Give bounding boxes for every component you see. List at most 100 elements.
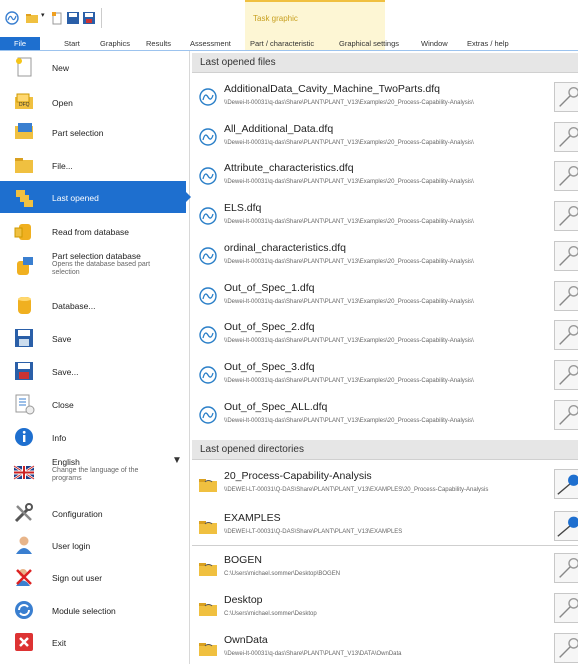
- recent-file-item[interactable]: Out_of_Spec_2.dfq \\Dewei-lt-00031\q-das\…: [192, 316, 578, 355]
- item-name: Attribute_characteristics.dfq: [224, 162, 354, 175]
- item-name: Desktop: [224, 594, 263, 606]
- pin-icon[interactable]: [554, 359, 578, 390]
- recent-file-item[interactable]: All_Additional_Data.dfq \\Dewei-lt-00031\…: [192, 118, 578, 157]
- pin-icon[interactable]: [554, 593, 578, 623]
- menu-item-file[interactable]: File...: [0, 149, 186, 181]
- pin-icon[interactable]: [554, 320, 578, 351]
- tab-file[interactable]: File: [0, 37, 40, 50]
- item-path: \\DEWEI-LT-00031\Q-DAS\Share\PLANT\PLANT…: [224, 529, 403, 535]
- pin-icon[interactable]: [554, 280, 578, 311]
- folder-icon: [199, 479, 217, 492]
- menu-item-new[interactable]: New: [0, 51, 186, 83]
- menu-item-open[interactable]: DFQ Open: [0, 86, 186, 118]
- database-icon: [18, 297, 31, 314]
- menu-item-read-from-database[interactable]: Read from database: [0, 215, 186, 247]
- menu-item-module-selection[interactable]: Module selection: [0, 594, 186, 626]
- tab-assessment[interactable]: Assessment: [190, 39, 231, 48]
- language-dropdown-icon[interactable]: ▼: [172, 455, 182, 466]
- toolbar-separator: [101, 8, 102, 28]
- recent-file-item[interactable]: AdditionalData_Cavity_Machine_TwoParts.d…: [192, 78, 578, 117]
- pin-icon[interactable]: [554, 553, 578, 583]
- tab-graphical-settings[interactable]: Graphical settings: [339, 39, 399, 48]
- menu-item-label: Part selection database: [52, 251, 141, 261]
- pin-icon[interactable]: [554, 82, 578, 112]
- menu-item-user-login[interactable]: User login: [0, 529, 186, 561]
- menu-item-english[interactable]: English Change the language of the progra…: [0, 453, 186, 491]
- menu-item-label: Module selection: [52, 606, 116, 616]
- folder-icon: [15, 158, 33, 173]
- tab-start[interactable]: Start: [64, 39, 80, 48]
- recent-file-item[interactable]: Attribute_characteristics.dfq \\Dewei-lt-…: [192, 157, 578, 196]
- pin-icon[interactable]: [554, 201, 578, 232]
- menu-item-sign-out-user[interactable]: Sign out user: [0, 561, 186, 593]
- recent-file-item[interactable]: Out_of_Spec_ALL.dfq \\Dewei-lt-00031\q-da…: [192, 396, 578, 435]
- save-all-icon[interactable]: [82, 11, 96, 25]
- last-opened-icon: [16, 190, 33, 207]
- app-window: ▾ Task graphic File Start Graphics Resul…: [0, 0, 578, 664]
- pinned-icon[interactable]: [554, 469, 578, 499]
- menu-item-exit[interactable]: Exit: [0, 626, 186, 658]
- item-path: C:\Users\michael.sommer\Desktop: [224, 611, 317, 617]
- item-name: 20_Process-Capability-Analysis: [224, 470, 372, 482]
- new-file-icon[interactable]: [50, 11, 64, 25]
- tab-graphics[interactable]: Graphics: [100, 39, 130, 48]
- menu-item-save[interactable]: Save: [0, 322, 186, 354]
- pin-icon[interactable]: [554, 240, 578, 271]
- item-name: OwnData: [224, 634, 268, 646]
- tab-results[interactable]: Results: [146, 39, 171, 48]
- qs-stat-file-icon: [199, 167, 217, 186]
- qs-stat-file-icon: [199, 405, 217, 424]
- item-name: Out_of_Spec_1.dfq: [224, 281, 315, 294]
- uk-flag-icon: [13, 464, 35, 481]
- app-logo-icon[interactable]: [5, 11, 19, 25]
- pin-icon[interactable]: [554, 399, 578, 430]
- new-document-icon: [16, 57, 32, 77]
- menu-item-label: Exit: [52, 638, 67, 648]
- recent-directory-item[interactable]: EXAMPLES \\DEWEI-LT-00031\Q-DAS\Share\PLA…: [192, 507, 578, 546]
- menu-item-info[interactable]: Info: [0, 421, 186, 453]
- tab-window[interactable]: Window: [421, 39, 448, 48]
- recent-file-item[interactable]: Out_of_Spec_3.dfq \\Dewei-lt-00031\q-das\…: [192, 356, 578, 395]
- recent-directory-item[interactable]: OwnData \\Dewei-lt-00031\q-das\Share\PLAN…: [192, 629, 578, 664]
- part-selection-icon: [15, 123, 33, 139]
- database-part-icon: [17, 257, 33, 275]
- recent-directory-item[interactable]: 20_Process-Capability-Analysis \\DEWEI-LT…: [192, 465, 578, 504]
- menu-item-last-opened[interactable]: Last opened: [0, 181, 191, 213]
- tab-part-characteristic[interactable]: Part / characteristic: [250, 39, 314, 48]
- menu-item-description: Opens the database based part selection: [52, 261, 151, 276]
- menu-item-label: Open: [52, 98, 73, 108]
- pin-icon[interactable]: [554, 633, 578, 663]
- qs-stat-file-icon: [199, 207, 217, 225]
- recent-file-item[interactable]: ELS.dfq \\Dewei-lt-00031\q-das\Share\PLAN…: [192, 197, 578, 236]
- recent-file-item[interactable]: Out_of_Spec_1.dfq \\Dewei-lt-00031\q-das\…: [192, 277, 578, 316]
- recent-directory-item[interactable]: Desktop C:\Users\michael.sommer\Desktop: [192, 589, 578, 628]
- menu-item-save[interactable]: Save...: [0, 355, 186, 387]
- menu-item-label: English: [52, 457, 80, 467]
- menu-item-configuration[interactable]: Configuration: [0, 497, 186, 529]
- user-icon: [16, 536, 32, 554]
- save-icon[interactable]: [66, 11, 80, 25]
- tools-icon: [14, 503, 33, 523]
- item-name: EXAMPLES: [224, 512, 281, 524]
- folder-open-icon[interactable]: [25, 11, 39, 25]
- menu-item-part-selection[interactable]: Part selection: [0, 116, 186, 148]
- menu-item-close[interactable]: Close: [0, 388, 186, 420]
- recent-file-item[interactable]: ordinal_characteristics.dfq \\Dewei-lt-00…: [192, 237, 578, 276]
- menu-item-description: Change the language of the programs: [52, 467, 139, 482]
- item-name: Out_of_Spec_3.dfq: [224, 360, 315, 373]
- svg-text:DFQ: DFQ: [19, 102, 30, 108]
- menu-item-database[interactable]: Database...: [0, 289, 186, 321]
- menu-item-part-selection-database[interactable]: Part selection database Opens the databas…: [0, 247, 186, 285]
- recent-panel: Last opened files Last opened directorie…: [192, 51, 578, 664]
- menu-item-label: Last opened: [52, 193, 99, 203]
- item-name: AdditionalData_Cavity_Machine_TwoParts.d…: [224, 83, 440, 95]
- pinned-icon[interactable]: [554, 511, 578, 541]
- pin-icon[interactable]: [554, 161, 578, 192]
- menu-item-label: Save...: [52, 367, 79, 377]
- menu-item-label: User login: [52, 541, 91, 551]
- dropdown-icon[interactable]: ▾: [41, 11, 45, 19]
- qs-stat-file-icon: [199, 127, 217, 146]
- pin-icon[interactable]: [554, 121, 578, 152]
- tab-extras-help[interactable]: Extras / help: [467, 39, 509, 48]
- recent-directory-item[interactable]: BOGEN C:\Users\michael.sommer\Desktop\BOG…: [192, 549, 578, 588]
